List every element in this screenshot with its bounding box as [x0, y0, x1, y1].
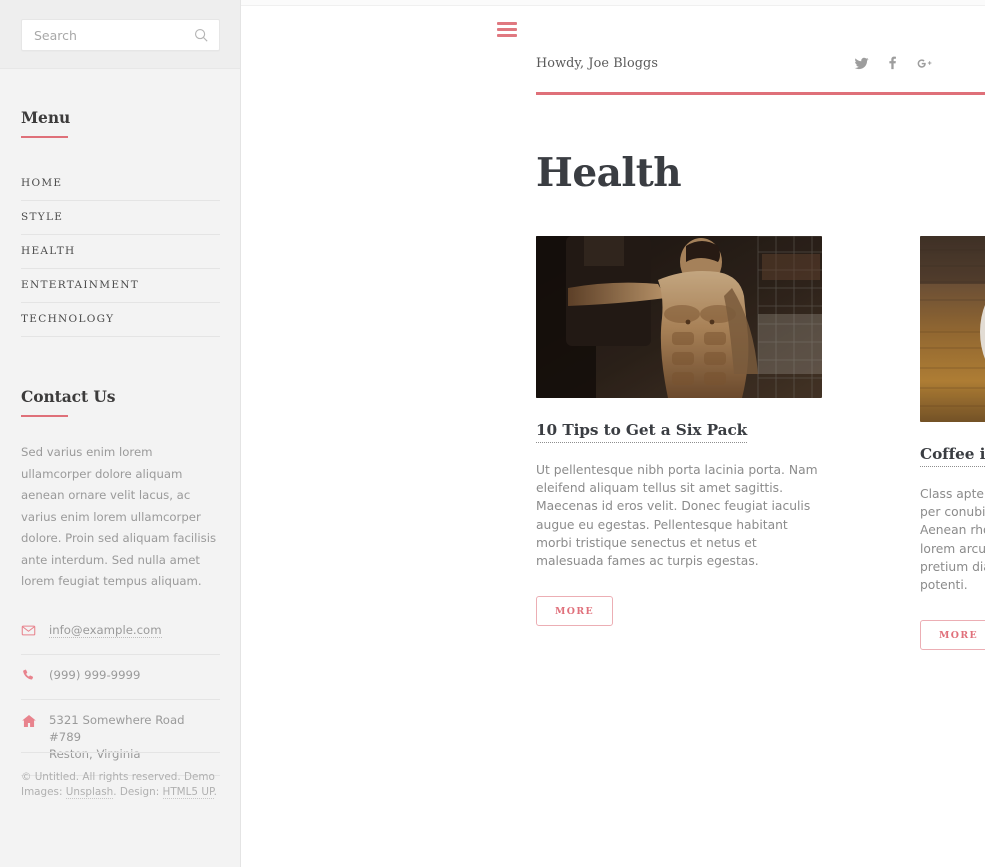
top-strip	[241, 0, 985, 6]
envelope-icon	[21, 622, 49, 642]
copyright-suffix: .	[213, 786, 217, 798]
more-button[interactable]: More	[536, 596, 614, 627]
sidebar-item-home[interactable]: HOME	[21, 167, 220, 200]
post-thumbnail-gym[interactable]	[536, 236, 822, 398]
menu-section: Menu HOME STYLE HEALTH ENTERTAINMENT TEC…	[21, 69, 220, 337]
contact-heading: Contact Us	[21, 387, 116, 406]
unsplash-link[interactable]: Unsplash	[65, 786, 114, 799]
header-bar: Howdy, Joe Bloggs	[536, 56, 933, 71]
sidebar-item-health[interactable]: HEALTH	[21, 235, 220, 268]
post-thumbnail-coffee[interactable]	[920, 236, 985, 422]
post-card: Coffee is Good for Your Health Class apt…	[920, 236, 985, 651]
googleplus-icon[interactable]	[916, 56, 933, 71]
main-content: Howdy, Joe Bloggs Health 10 Tips to Get …	[241, 0, 985, 867]
menu-list: HOME STYLE HEALTH ENTERTAINMENT TECHNOLO…	[21, 167, 220, 337]
post-title-link[interactable]: Coffee is Good for Your Health	[920, 445, 985, 467]
social-links	[854, 56, 933, 71]
header-accent-rule	[536, 92, 985, 95]
search-input[interactable]	[22, 20, 219, 50]
hamburger-bar	[497, 22, 517, 25]
sidebar: Menu HOME STYLE HEALTH ENTERTAINMENT	[0, 0, 241, 867]
menu-item: HOME	[21, 167, 220, 201]
sidebar-body: Menu HOME STYLE HEALTH ENTERTAINMENT TEC…	[0, 69, 240, 799]
menu-heading: Menu	[21, 108, 71, 127]
post-excerpt: Class aptent taciti sociosqu ad litora t…	[920, 487, 985, 593]
search-box[interactable]	[21, 19, 220, 51]
hamburger-icon[interactable]	[497, 22, 517, 37]
home-icon	[21, 712, 49, 733]
phone-icon	[21, 667, 49, 687]
contact-item-email: info@example.com	[21, 610, 220, 655]
contact-heading-rule	[21, 415, 68, 417]
contact-email-text: info@example.com	[49, 622, 162, 639]
search-icon[interactable]	[193, 27, 210, 44]
sidebar-item-technology[interactable]: TECHNOLOGY	[21, 303, 220, 336]
page-root: Menu HOME STYLE HEALTH ENTERTAINMENT	[0, 0, 985, 867]
sidebar-item-style[interactable]: STYLE	[21, 201, 220, 234]
email-link[interactable]: info@example.com	[49, 622, 162, 638]
copyright-middle: . Design:	[113, 786, 163, 798]
page-title: Health	[536, 150, 682, 196]
post-card: 10 Tips to Get a Six Pack Ut pellentesqu…	[536, 236, 822, 650]
html5up-link[interactable]: HTML5 UP	[162, 786, 214, 799]
menu-item: TECHNOLOGY	[21, 303, 220, 337]
menu-item: STYLE	[21, 201, 220, 235]
contact-section: Contact Us Sed varius enim lorem ullamco…	[21, 337, 220, 776]
contact-description: Sed varius enim lorem ullamcorper dolore…	[21, 445, 217, 588]
post-excerpt: Ut pellentesque nibh porta lacinia porta…	[536, 463, 818, 569]
sidebar-item-entertainment[interactable]: ENTERTAINMENT	[21, 269, 220, 302]
post-title-link[interactable]: 10 Tips to Get a Six Pack	[536, 421, 747, 443]
hamburger-bar	[497, 34, 517, 37]
sidebar-search-area	[0, 0, 240, 69]
menu-heading-rule	[21, 136, 68, 138]
gym-photo	[536, 236, 822, 398]
twitter-icon[interactable]	[854, 56, 869, 71]
menu-item: HEALTH	[21, 235, 220, 269]
post-list: 10 Tips to Get a Six Pack Ut pellentesqu…	[536, 236, 985, 651]
contact-list: info@example.com (999) 999-9999 5321 Som…	[21, 610, 220, 776]
copyright-notice: © Untitled. All rights reserved. Demo Im…	[21, 752, 220, 800]
coffee-photo	[920, 236, 985, 422]
contact-phone-text: (999) 999-9999	[49, 667, 141, 682]
hamburger-bar	[497, 28, 517, 31]
contact-item-phone: (999) 999-9999	[21, 655, 220, 700]
menu-item: ENTERTAINMENT	[21, 269, 220, 303]
greeting-text: Howdy, Joe Bloggs	[536, 56, 659, 71]
facebook-icon[interactable]	[885, 56, 900, 71]
more-button[interactable]: More	[920, 620, 985, 651]
